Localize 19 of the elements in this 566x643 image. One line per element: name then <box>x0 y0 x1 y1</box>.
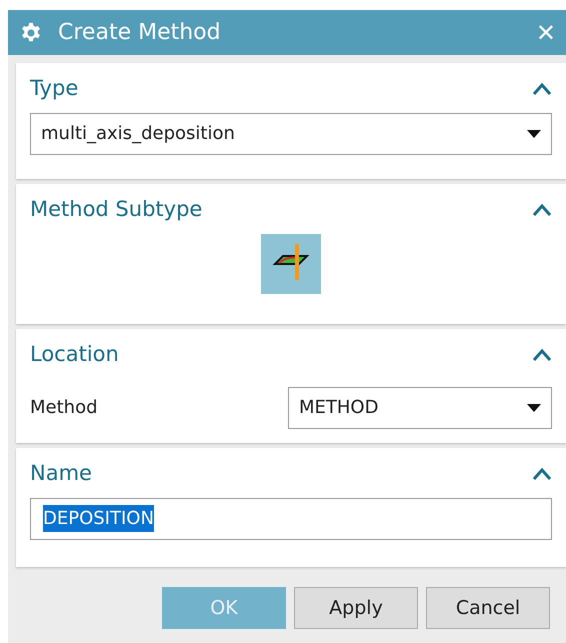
gear-icon <box>20 22 42 44</box>
chevron-up-icon[interactable] <box>532 466 552 481</box>
chevron-up-icon[interactable] <box>532 202 552 217</box>
dialog-button[interactable]: Apply <box>294 587 418 629</box>
field-label: Method <box>30 396 98 420</box>
caret-icon <box>527 130 541 138</box>
dialog-button[interactable]: Cancel <box>426 587 550 629</box>
window-title: Create Method <box>58 19 222 47</box>
subtype-button[interactable] <box>261 234 321 294</box>
section-title: Type <box>30 75 78 102</box>
section-title: Location <box>30 341 119 368</box>
chevron-up-icon[interactable] <box>532 348 552 362</box>
section-title: Name <box>30 460 92 487</box>
chevron-up-icon[interactable] <box>532 82 552 96</box>
dropdown[interactable]: METHOD <box>288 386 552 428</box>
text-field[interactable]: DEPOSITION <box>30 498 552 540</box>
caret-icon <box>527 404 541 412</box>
dropdown[interactable]: multi_axis_deposition <box>30 112 552 154</box>
section-title: Method Subtype <box>30 196 202 223</box>
